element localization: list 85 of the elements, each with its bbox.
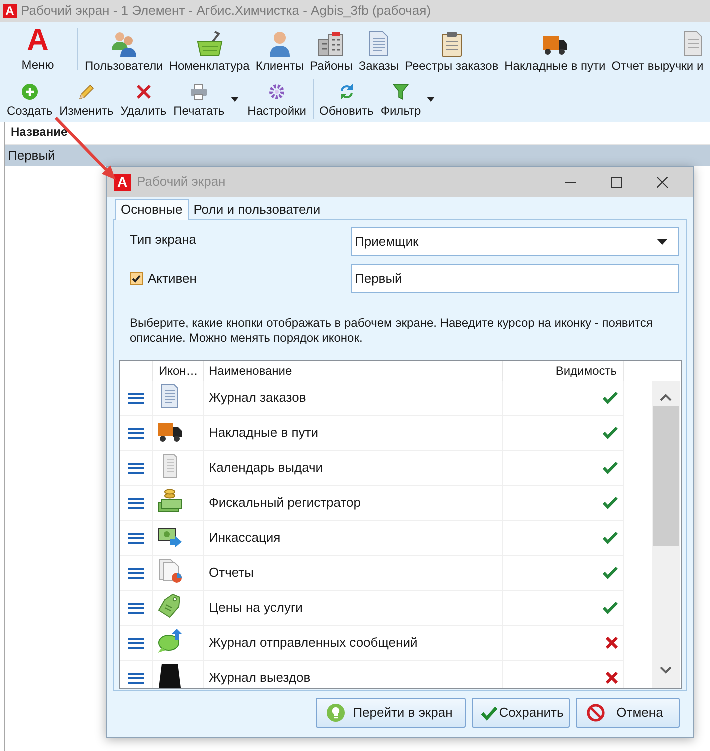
pencil-icon bbox=[78, 84, 95, 100]
settings-icon bbox=[269, 84, 286, 100]
users-icon bbox=[111, 31, 138, 57]
prohibited-icon bbox=[587, 704, 605, 722]
table-cell-text: Цены на услуги bbox=[209, 599, 303, 618]
money-icon bbox=[158, 489, 182, 513]
menu-button[interactable]: A Меню bbox=[8, 22, 68, 76]
checkmark-icon bbox=[132, 274, 141, 282]
tab[interactable]: Основные bbox=[115, 199, 189, 220]
dark-tile-icon bbox=[158, 664, 182, 688]
ribbon-button[interactable]: Клиенты bbox=[256, 22, 304, 76]
close-icon bbox=[656, 176, 668, 188]
app-logo: A bbox=[27, 29, 49, 53]
toolbar-button[interactable]: Настройки bbox=[246, 76, 308, 119]
table-cell-text: Первый bbox=[7, 146, 56, 165]
hint-text: Выберите, какие кнопки отображать в рабочем экране. Наведите курсор на иконку - появится описание. Можно менять порядок иконок. bbox=[130, 316, 654, 346]
go-to-screen-button[interactable]: Перейти в экран bbox=[316, 698, 466, 728]
field-label: Тип экрана bbox=[130, 230, 196, 249]
ribbon-button[interactable]: Отчет выручки и bbox=[612, 22, 704, 76]
drag-handle-icon[interactable] bbox=[128, 498, 144, 508]
drag-handle-icon[interactable] bbox=[128, 568, 144, 578]
table-cell-text: Календарь выдачи bbox=[209, 459, 324, 478]
caret-icon bbox=[427, 97, 436, 102]
drag-handle-icon[interactable] bbox=[128, 532, 144, 544]
table-cell-text: Журнал заказов bbox=[209, 389, 306, 408]
plus-circle-icon bbox=[22, 84, 38, 100]
column-header[interactable]: Наименование bbox=[209, 362, 292, 380]
toolbar-button[interactable]: Печатать bbox=[172, 76, 226, 119]
app-logo: A bbox=[114, 174, 131, 190]
check-icon bbox=[481, 706, 498, 720]
drag-handle-icon[interactable] bbox=[128, 672, 144, 684]
window-title: Рабочий экран - 1 Элемент - Агбис.Химчистка - Agbis_3fb (рабочая) bbox=[21, 2, 432, 20]
table-cell-text: Накладные в пути bbox=[209, 424, 318, 442]
cancel-button[interactable]: Отмена bbox=[576, 698, 680, 728]
save-button[interactable]: Сохранить bbox=[472, 698, 570, 728]
toolbar-button[interactable]: Изменить bbox=[58, 76, 115, 119]
drag-handle-icon[interactable] bbox=[128, 428, 144, 438]
ribbon-button[interactable]: Районы bbox=[310, 22, 353, 76]
buildings-icon bbox=[318, 31, 344, 57]
tab[interactable]: Роли и пользователи bbox=[188, 200, 326, 219]
toolbar-button[interactable]: Удалить bbox=[120, 76, 168, 119]
lightbulb-icon bbox=[327, 704, 345, 722]
table-cell-text: Отчеты bbox=[209, 564, 254, 582]
scrollbar[interactable] bbox=[652, 381, 680, 688]
funnel-icon bbox=[393, 84, 410, 100]
scrollbar-thumb[interactable] bbox=[653, 406, 679, 546]
column-header[interactable]: Название bbox=[5, 123, 68, 144]
reports-icon bbox=[158, 559, 182, 583]
toolbar-button[interactable]: Фильтр bbox=[380, 76, 422, 119]
price-tag-icon bbox=[158, 594, 182, 618]
ribbon-button[interactable]: Накладные в пути bbox=[504, 22, 606, 76]
ribbon-button[interactable]: Номенклатура bbox=[169, 22, 250, 76]
screen-type-dropdown[interactable]: Приемщик bbox=[351, 227, 679, 256]
message-bubble-icon bbox=[158, 629, 182, 653]
toolbar-button[interactable]: Создать bbox=[6, 76, 54, 119]
toolbar-button[interactable]: Обновить bbox=[318, 76, 375, 119]
ribbon-button[interactable]: Реестры заказов bbox=[405, 22, 499, 76]
dialog-title: Рабочий экран bbox=[137, 173, 226, 192]
column-header[interactable]: Видимость bbox=[556, 362, 617, 380]
basket-icon bbox=[196, 31, 223, 57]
table-cell-text: Журнал выездов bbox=[209, 669, 311, 688]
caret-icon bbox=[657, 238, 668, 244]
maximize-icon bbox=[610, 176, 622, 188]
drag-handle-icon[interactable] bbox=[128, 638, 144, 648]
caret-icon bbox=[230, 97, 239, 102]
column-header[interactable]: Икон… bbox=[159, 362, 198, 380]
name-field[interactable]: Первый bbox=[351, 264, 679, 293]
printer-icon bbox=[191, 84, 208, 100]
drag-handle-icon[interactable] bbox=[128, 462, 144, 474]
chevron-down-icon bbox=[660, 667, 672, 674]
refresh-icon bbox=[338, 84, 355, 100]
checkbox-label: Активен bbox=[148, 270, 197, 288]
chevron-up-icon bbox=[660, 394, 672, 401]
ribbon-button[interactable]: Заказы bbox=[358, 22, 400, 76]
table-cell-text: Фискальный регистратор bbox=[209, 494, 361, 512]
table-cell-text: Журнал отправленных сообщений bbox=[209, 634, 418, 652]
app-logo: A bbox=[3, 4, 17, 18]
table-row[interactable]: Первый bbox=[5, 145, 710, 166]
drag-handle-icon[interactable] bbox=[128, 392, 144, 404]
delete-cross-icon bbox=[136, 84, 152, 100]
drag-handle-icon[interactable] bbox=[128, 602, 144, 614]
ribbon-button[interactable]: Пользователи bbox=[85, 22, 164, 76]
checkbox[interactable] bbox=[130, 272, 143, 285]
table-cell-text: Инкассация bbox=[209, 529, 281, 548]
document-icon bbox=[682, 31, 704, 57]
